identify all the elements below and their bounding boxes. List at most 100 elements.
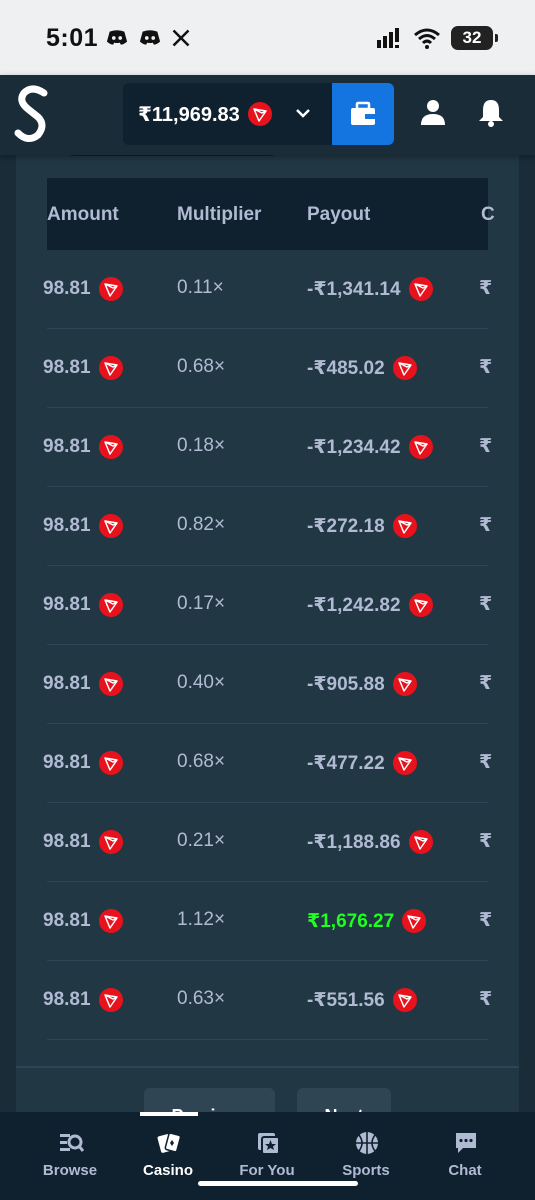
- discord-icon: [106, 30, 128, 45]
- status-time: 5:01: [46, 24, 99, 52]
- bets-table[interactable]: Amount Multiplier Payout C 98.81 0.11× -₹1…: [43, 178, 495, 1040]
- nav-label: For You: [239, 1162, 295, 1179]
- table-row[interactable]: 98.81 0.63× -₹551.56 ₹: [43, 961, 492, 1040]
- payout-cell: -₹1,242.82: [307, 593, 433, 617]
- payout-cell: -₹905.88: [307, 672, 417, 696]
- for-you-icon: [258, 1133, 280, 1155]
- payout-cell: -₹272.18: [307, 514, 417, 538]
- nav-label: Chat: [448, 1162, 482, 1179]
- amount-cell: 98.81: [43, 988, 123, 1012]
- nav-label: Casino: [142, 1162, 193, 1179]
- bottom-nav: Browse Casino For You Sports Chat: [0, 1112, 535, 1200]
- table-row[interactable]: 98.81 0.18× -₹1,234.42 ₹: [43, 408, 492, 487]
- truncated-cell: ₹: [479, 357, 493, 378]
- tron-coin-icon: [98, 751, 123, 775]
- truncated-cell: ₹: [479, 594, 493, 615]
- multiplier-cell: 0.82×: [177, 514, 226, 535]
- truncated-cell: ₹: [479, 831, 493, 852]
- cards-icon: [157, 1132, 182, 1153]
- payout-cell: -₹1,234.42: [307, 435, 433, 459]
- amount-cell: 98.81: [43, 909, 123, 933]
- tron-coin-icon: [392, 751, 417, 775]
- nav-browse[interactable]: Browse: [20, 1112, 120, 1200]
- tron-coin-icon: [247, 102, 272, 126]
- wifi-icon: [414, 28, 440, 49]
- balance-amount: ₹11,969.83: [138, 103, 240, 126]
- table-row[interactable]: 98.81 0.11× -₹1,341.14 ₹: [43, 250, 492, 329]
- column-header-payout: Payout: [307, 204, 371, 225]
- basketball-icon: [356, 1132, 378, 1154]
- x-icon: [172, 29, 190, 47]
- divider: [16, 1066, 519, 1068]
- table-row[interactable]: 98.81 1.12× ₹1,676.27 ₹: [43, 882, 492, 961]
- table-body: 98.81 0.11× -₹1,341.14 ₹98.81 0.68× -₹485.02 ₹…: [43, 250, 492, 1040]
- tron-coin-icon: [98, 593, 123, 617]
- tron-coin-icon: [98, 356, 123, 380]
- user-icon[interactable]: [418, 97, 448, 127]
- payout-cell: -₹551.56: [307, 988, 417, 1012]
- column-header-amount: Amount: [47, 204, 119, 225]
- multiplier-cell: 0.63×: [177, 988, 226, 1009]
- table-row[interactable]: 98.81 0.17× -₹1,242.82 ₹: [43, 566, 492, 645]
- nav-for-you[interactable]: For You: [217, 1112, 317, 1200]
- multiplier-cell: 0.40×: [177, 672, 226, 693]
- payout-cell: -₹477.22: [307, 751, 417, 775]
- amount-cell: 98.81: [43, 277, 123, 301]
- tron-coin-icon: [98, 672, 123, 696]
- amount-cell: 98.81: [43, 356, 123, 380]
- tron-coin-icon: [408, 277, 433, 301]
- tron-coin-icon: [392, 514, 417, 538]
- amount-cell: 98.81: [43, 830, 123, 854]
- column-header-cut: C: [481, 204, 495, 225]
- tron-coin-icon: [408, 593, 433, 617]
- tron-coin-icon: [392, 988, 417, 1012]
- payout-cell: -₹485.02: [307, 356, 417, 380]
- chevron-down-icon[interactable]: [293, 103, 313, 123]
- nav-label: Browse: [42, 1162, 98, 1179]
- nav-sports[interactable]: Sports: [316, 1112, 416, 1200]
- tron-coin-icon: [98, 988, 123, 1012]
- amount-cell: 98.81: [43, 672, 123, 696]
- table-row[interactable]: 98.81 0.82× -₹272.18 ₹: [43, 487, 492, 566]
- discord-icon: [139, 30, 161, 45]
- nav-label: Sports: [342, 1162, 390, 1179]
- app-screen: 5:01 32 ₹11,969.83 Amount Multiplier Pay…: [0, 0, 535, 1200]
- tron-coin-icon: [392, 672, 417, 696]
- multiplier-cell: 0.17×: [177, 593, 226, 614]
- amount-cell: 98.81: [43, 514, 123, 538]
- signal-icon: [377, 28, 399, 48]
- multiplier-cell: 0.11×: [177, 277, 224, 298]
- nav-casino[interactable]: Casino: [118, 1112, 218, 1200]
- truncated-cell: ₹: [479, 436, 493, 457]
- amount-cell: 98.81: [43, 435, 123, 459]
- nav-chat[interactable]: Chat: [415, 1112, 515, 1200]
- tron-coin-icon: [98, 277, 123, 301]
- table-row[interactable]: 98.81 0.68× -₹485.02 ₹: [43, 329, 492, 408]
- tron-coin-icon: [98, 435, 123, 459]
- tron-coin-icon: [98, 909, 123, 933]
- wallet-button[interactable]: [332, 83, 394, 145]
- multiplier-cell: 0.68×: [177, 751, 226, 772]
- tron-coin-icon: [392, 356, 417, 380]
- tron-coin-icon: [98, 830, 123, 854]
- tron-coin-icon: [98, 514, 123, 538]
- tron-coin-icon: [408, 830, 433, 854]
- table-row[interactable]: 98.81 0.40× -₹905.88 ₹: [43, 645, 492, 724]
- tron-coin-icon: [402, 909, 427, 933]
- wallet-icon: [351, 101, 375, 125]
- browse-icon: [60, 1134, 84, 1152]
- truncated-cell: ₹: [479, 752, 493, 773]
- chat-icon: [456, 1133, 476, 1153]
- bell-icon[interactable]: [476, 97, 506, 127]
- truncated-cell: ₹: [479, 910, 493, 931]
- amount-cell: 98.81: [43, 751, 123, 775]
- table-row[interactable]: 98.81 0.68× -₹477.22 ₹: [43, 724, 492, 803]
- status-right: 32: [377, 24, 498, 52]
- payout-cell: -₹1,188.86: [307, 830, 433, 854]
- truncated-cell: ₹: [479, 278, 493, 299]
- stake-logo-icon[interactable]: [12, 83, 54, 145]
- status-bar: 5:01 32: [0, 0, 535, 75]
- payout-cell: ₹1,676.27: [307, 909, 427, 933]
- multiplier-cell: 1.12×: [177, 909, 226, 930]
- table-row[interactable]: 98.81 0.21× -₹1,188.86 ₹: [43, 803, 492, 882]
